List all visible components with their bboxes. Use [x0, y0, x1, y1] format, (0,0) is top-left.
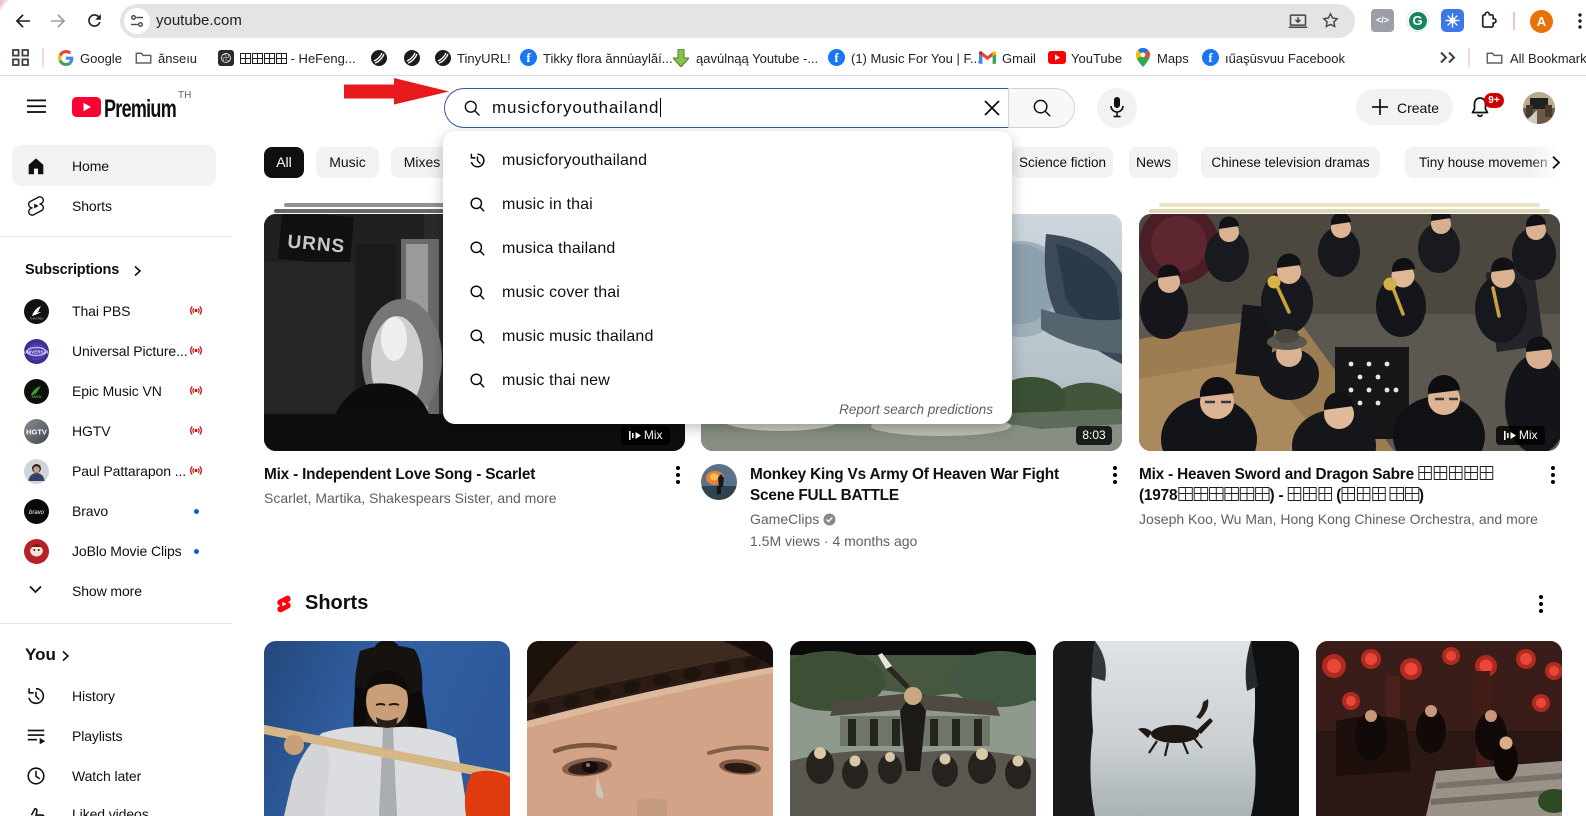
svg-text:THAI PBS: THAI PBS — [30, 317, 44, 321]
svg-text:HGTV: HGTV — [26, 428, 47, 437]
svg-text:bravo: bravo — [29, 510, 45, 516]
svg-text:EMVN: EMVN — [32, 395, 42, 399]
svg-text:UNIVERSAL: UNIVERSAL — [24, 350, 49, 355]
